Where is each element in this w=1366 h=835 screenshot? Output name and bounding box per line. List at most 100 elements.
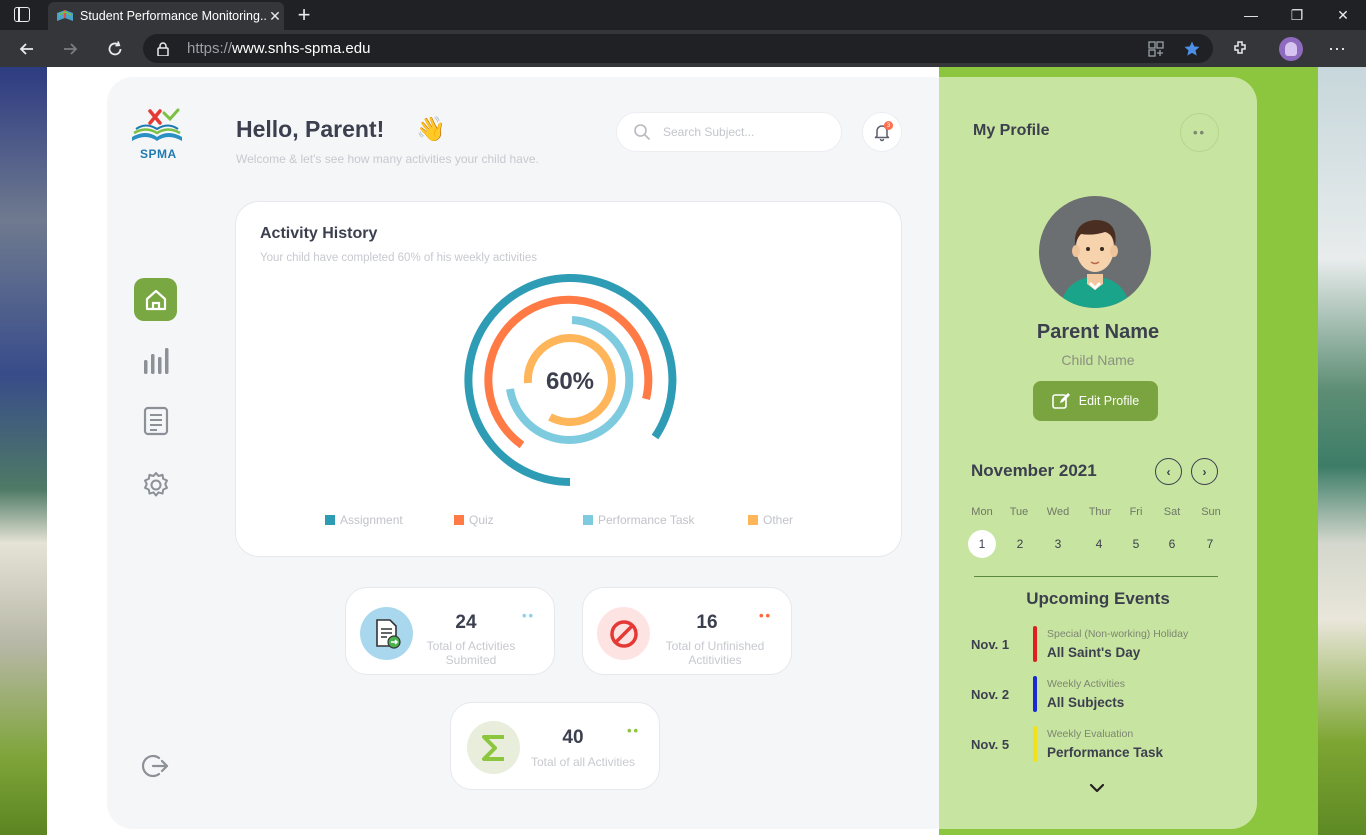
sidebar-item-home[interactable] (134, 278, 177, 321)
search-icon (634, 124, 650, 140)
sidebar-item-settings[interactable] (134, 463, 177, 506)
edit-profile-button[interactable]: Edit Profile (1033, 381, 1158, 421)
calendar-next-button[interactable]: › (1191, 458, 1218, 485)
person-avatar-icon (1061, 220, 1129, 308)
activity-title: Activity History (260, 225, 378, 242)
calendar-date[interactable]: 4 (1085, 530, 1113, 558)
calendar-day-label: Sun (1201, 506, 1221, 518)
event-color-bar (1033, 626, 1037, 662)
document-icon (143, 406, 168, 435)
logo-text: SPMA (140, 147, 177, 161)
event-date: Nov. 1 (971, 637, 1010, 652)
activity-history-card: Activity History Your child have complet… (235, 201, 902, 557)
stat-card-submitted[interactable]: 24 Total of Activities Submited •• (345, 587, 555, 675)
stat-more-icon[interactable]: •• (759, 608, 772, 623)
chevron-down-icon[interactable] (1088, 779, 1106, 797)
calendar-day-label: Thur (1088, 506, 1112, 518)
url-protocol: https:// (187, 40, 233, 57)
extensions-icon[interactable] (1225, 34, 1255, 64)
legend-label: Assignment (340, 513, 403, 527)
avatar (1039, 196, 1151, 308)
home-icon (145, 289, 166, 310)
calendar-day-label: Sat (1163, 506, 1181, 518)
event-color-bar (1033, 676, 1037, 712)
favorite-star-icon[interactable] (1177, 34, 1207, 64)
stat-card-total[interactable]: 40 Total of all Activities •• (450, 702, 660, 790)
calendar-date[interactable]: 6 (1158, 530, 1186, 558)
legend-swatch (583, 515, 593, 525)
sidebar-item-reports[interactable] (134, 399, 177, 442)
gear-icon (143, 471, 168, 496)
close-window-button[interactable]: ✕ (1320, 0, 1366, 30)
lock-icon[interactable] (157, 41, 169, 56)
tab-actions-icon[interactable] (14, 7, 30, 22)
stat-card-unfinished[interactable]: 16 Total of Unfinished Actitivities •• (582, 587, 792, 675)
forward-icon[interactable] (55, 34, 85, 64)
event-date: Nov. 2 (971, 687, 1010, 702)
prohibited-icon (597, 607, 650, 660)
calendar-date[interactable]: 7 (1196, 530, 1224, 558)
stat-value: 16 (696, 612, 718, 633)
legend-swatch (454, 515, 464, 525)
sidebar-item-logout[interactable] (134, 744, 177, 787)
back-icon[interactable] (12, 34, 42, 64)
waving-hand-icon: 👋 (416, 116, 446, 143)
edit-profile-label: Edit Profile (1078, 394, 1140, 408)
stat-more-icon[interactable]: •• (627, 723, 640, 738)
legend-swatch (748, 515, 758, 525)
browser-toolbar: https://www.snhs-spma.edu ⋯ (0, 30, 1366, 67)
stat-value: 40 (562, 727, 584, 748)
maximize-button[interactable]: ❐ (1274, 0, 1320, 30)
calendar-date[interactable]: 5 (1122, 530, 1150, 558)
new-tab-button[interactable]: + (290, 0, 318, 30)
notification-badge: 3 (884, 121, 893, 130)
greeting-title: Hello, Parent! (236, 116, 385, 142)
greeting-subtitle: Welcome & let's see how many activities … (236, 152, 539, 166)
stat-more-icon[interactable]: •• (522, 608, 535, 623)
calendar-date[interactable]: 3 (1044, 530, 1072, 558)
browser-menu-icon[interactable]: ⋯ (1322, 34, 1352, 64)
legend-label: Other (763, 513, 794, 527)
event-name[interactable]: All Saint's Day (1047, 645, 1140, 660)
stat-label: Total of all Activities (530, 755, 636, 769)
child-name: Child Name (1061, 352, 1135, 368)
calendar-date-selected[interactable]: 1 (968, 530, 996, 558)
submitted-document-icon (360, 607, 413, 660)
profile-more-button[interactable]: •• (1180, 113, 1219, 152)
minimize-button[interactable]: — (1228, 0, 1274, 30)
reload-icon[interactable] (100, 34, 130, 64)
browser-tab[interactable]: Student Performance Monitoring... ✕ (48, 2, 284, 30)
tab-title: Student Performance Monitoring... (80, 9, 266, 23)
search-box[interactable] (616, 112, 842, 152)
divider (974, 576, 1218, 577)
event-type: Special (Non-working) Holiday (1047, 628, 1189, 640)
stat-label: Total of Activities Submited (426, 639, 516, 667)
event-color-bar (1033, 726, 1037, 762)
upcoming-events-title: Upcoming Events (1026, 589, 1170, 608)
tab-close-icon[interactable]: ✕ (266, 8, 284, 25)
logout-icon (141, 754, 168, 777)
event-name[interactable]: Performance Task (1047, 745, 1163, 760)
calendar-day-label: Tue (1009, 506, 1029, 518)
search-input[interactable] (663, 125, 833, 139)
event-type: Weekly Activities (1047, 678, 1125, 690)
stat-label: Total of Unfinished Actitivities (665, 639, 765, 667)
notification-button[interactable]: 3 (862, 112, 902, 152)
calendar-prev-button[interactable]: ‹ (1155, 458, 1182, 485)
event-date: Nov. 5 (971, 737, 1010, 752)
edit-icon (1051, 393, 1070, 409)
legend-assignment: Assignment (325, 513, 403, 527)
profile-avatar-icon[interactable] (1276, 34, 1306, 64)
legend-performance-task: Performance Task (583, 513, 695, 527)
legend-quiz: Quiz (454, 513, 494, 527)
activity-subtitle: Your child have completed 60% of his wee… (260, 252, 537, 264)
calendar-month: November 2021 (971, 461, 1097, 480)
app-available-icon[interactable] (1141, 34, 1171, 64)
calendar-date[interactable]: 2 (1006, 530, 1034, 558)
calendar-day-label: Fri (1129, 506, 1143, 518)
address-bar[interactable]: https://www.snhs-spma.edu (143, 34, 1213, 63)
legend-label: Performance Task (598, 513, 695, 527)
activity-ring-chart: 60% (464, 274, 677, 486)
event-name[interactable]: All Subjects (1047, 695, 1124, 710)
sidebar-item-analytics[interactable] (134, 339, 177, 382)
